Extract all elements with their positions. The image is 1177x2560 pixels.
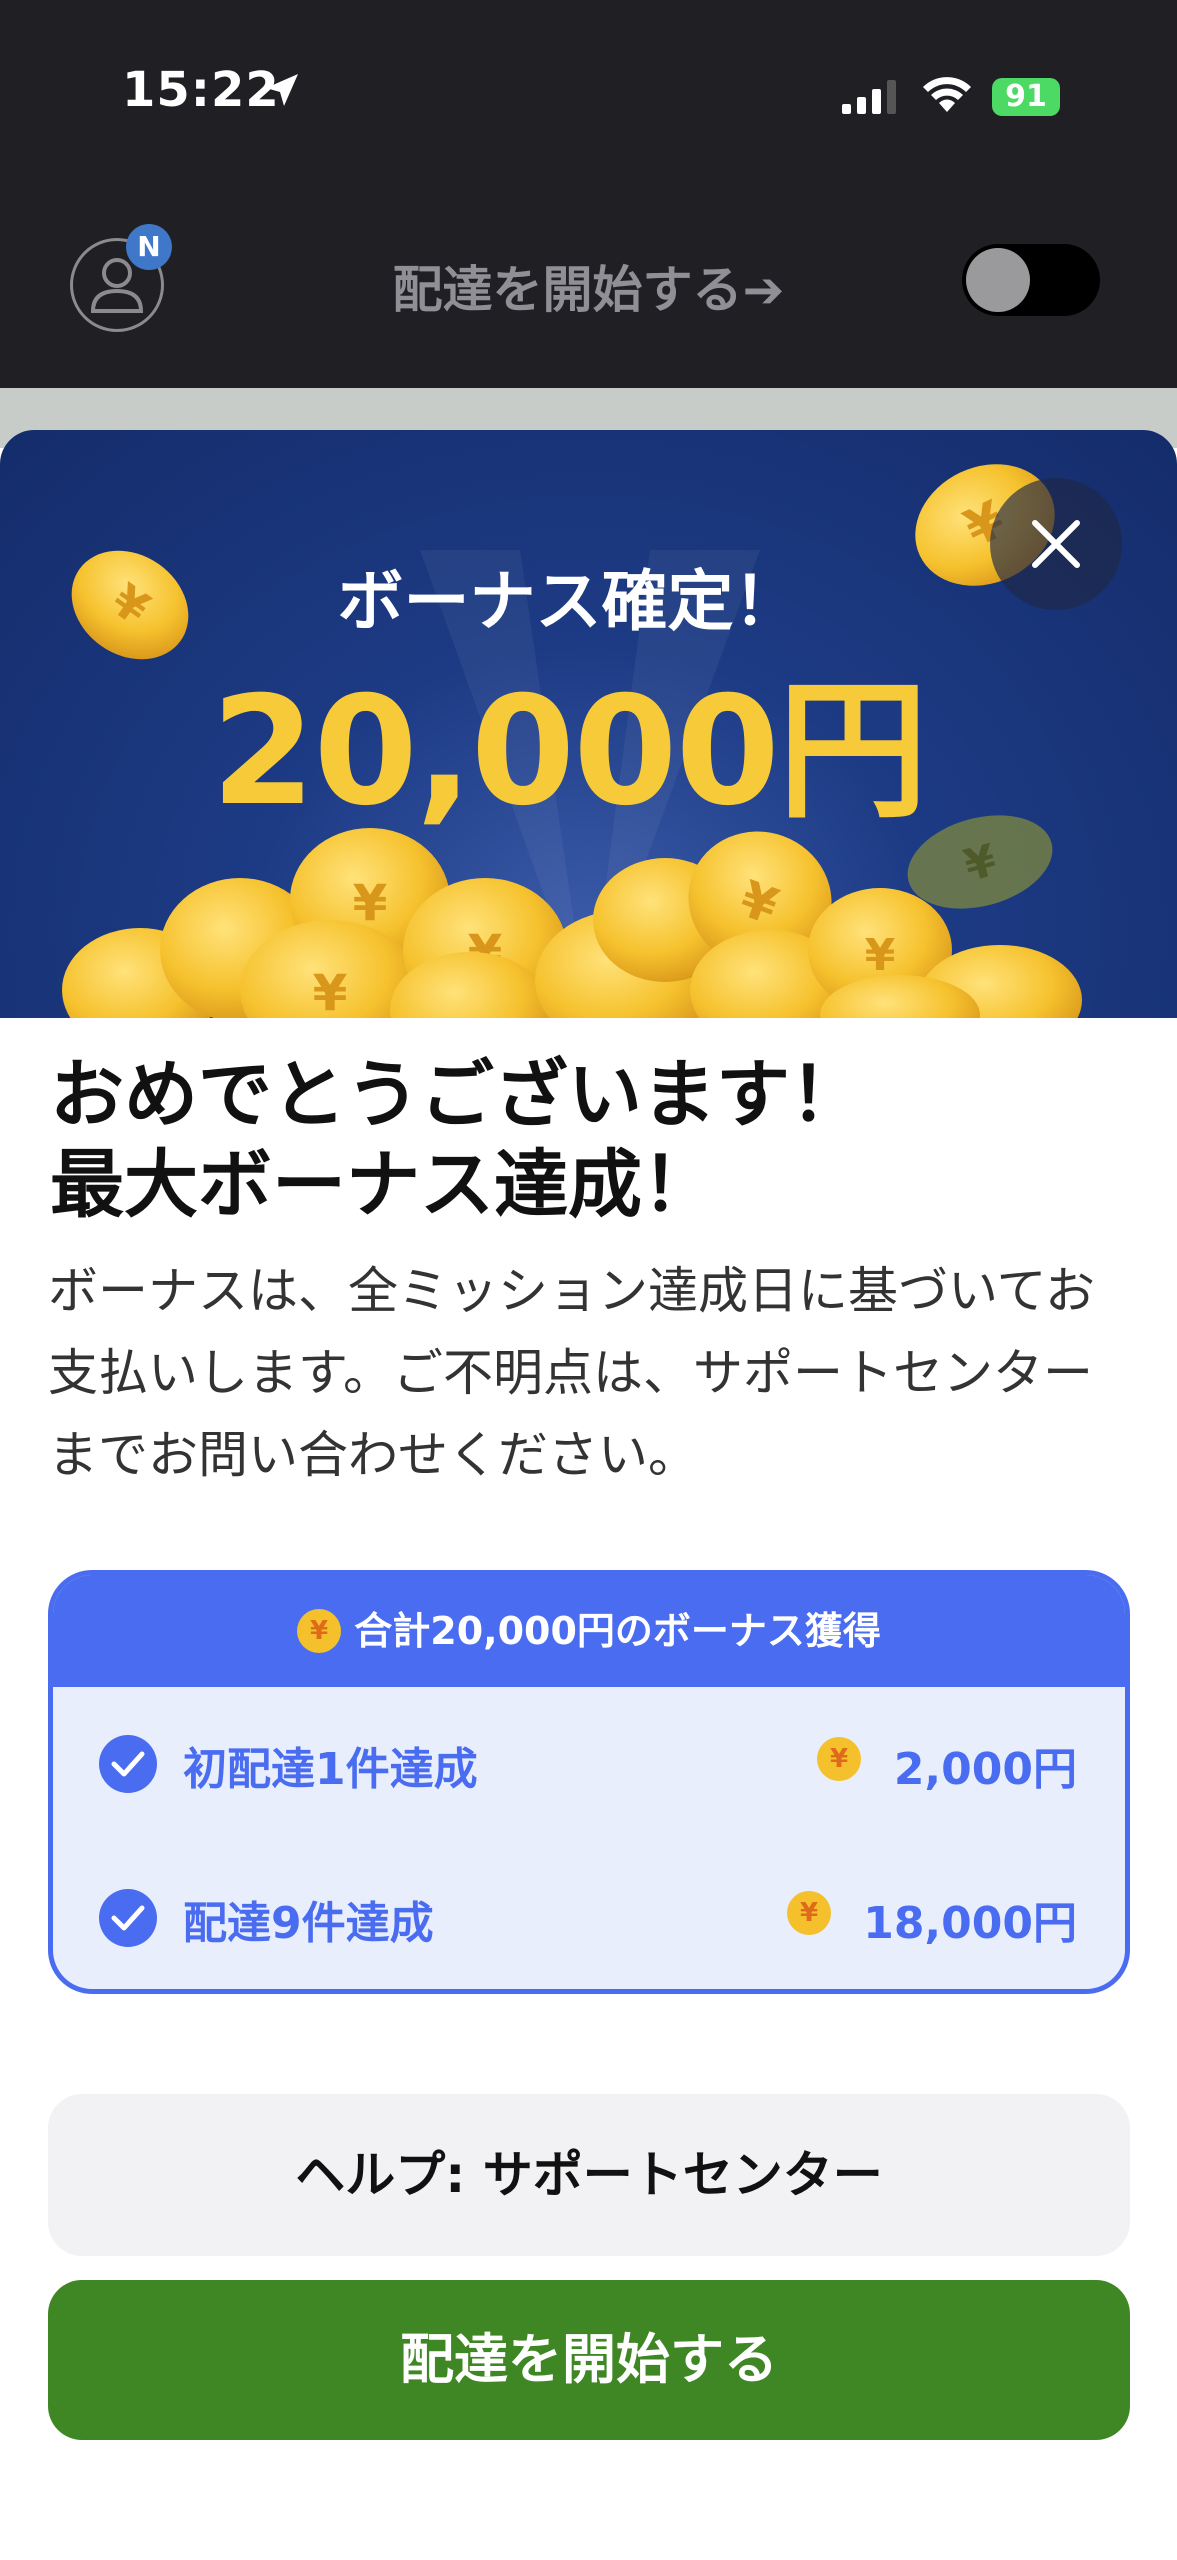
mission-label: 配達9件達成 [183, 1898, 434, 1949]
congrats-heading: おめでとうございます！ 最大ボーナス達成！ [50, 1050, 1130, 1230]
mission-row: 配達9件達成 ¥ 18,000円 [53, 1865, 1125, 1975]
yen-coin-icon: ¥ [787, 1891, 831, 1935]
bonus-total-label: 合計20,000円のボーナス獲得 [354, 1609, 881, 1653]
toggle-knob [966, 248, 1030, 312]
location-arrow-icon [266, 74, 298, 106]
online-toggle[interactable] [962, 244, 1100, 316]
check-circle-icon [99, 1889, 157, 1947]
yen-coin-icon: ¥ [297, 1608, 342, 1653]
congrats-line-2: 最大ボーナス達成！ [50, 1142, 716, 1228]
svg-text:¥: ¥ [313, 964, 348, 1018]
svg-text:¥: ¥ [353, 874, 388, 932]
close-button[interactable] [990, 478, 1122, 610]
top-bar: 15:22 91 N 配達を開始する➔ [0, 0, 1177, 388]
bonus-amount: 20,000円 [211, 665, 928, 839]
battery-level: 91 [1005, 79, 1047, 114]
bonus-description: ボーナスは、全ミッション達成日に基づいてお支払いします。ご不明点は、サポートセン… [48, 1262, 1095, 1484]
status-time: 15:22 [122, 62, 280, 118]
mission-amount: 18,000円 [863, 1898, 1077, 1949]
cellular-signal-icon [842, 80, 896, 114]
mission-amount: 2,000円 [893, 1744, 1077, 1795]
mission-row: 初配達1件達成 ¥ 2,000円 [53, 1711, 1125, 1821]
mission-label: 初配達1件達成 [183, 1744, 478, 1795]
battery-indicator: 91 [992, 78, 1060, 116]
bonus-modal: ¥ ¥ ¥ ¥ ¥ ¥ ¥ ¥ ボーナス確定！ 20,000円 おめでとうござい… [0, 430, 1177, 2560]
bonus-hero-banner: ¥ ¥ ¥ ¥ ¥ ¥ ¥ ¥ ボーナス確定！ 20,000円 [0, 430, 1177, 1018]
start-delivery-button[interactable]: 配達を開始する [48, 2280, 1130, 2440]
check-circle-icon [99, 1735, 157, 1793]
bonus-summary-header: ¥ 合計20,000円のボーナス獲得 [53, 1575, 1125, 1687]
congrats-line-1: おめでとうございます！ [50, 1052, 864, 1138]
close-icon [1032, 520, 1080, 568]
yen-coin-icon: ¥ [817, 1737, 861, 1781]
bonus-summary-card: ¥ 合計20,000円のボーナス獲得 初配達1件達成 ¥ 2,000円 配達9件… [48, 1570, 1130, 1994]
help-support-center-button[interactable]: ヘルプ: サポートセンター [48, 2094, 1130, 2256]
wifi-icon [923, 77, 971, 112]
svg-text:¥: ¥ [865, 930, 896, 981]
